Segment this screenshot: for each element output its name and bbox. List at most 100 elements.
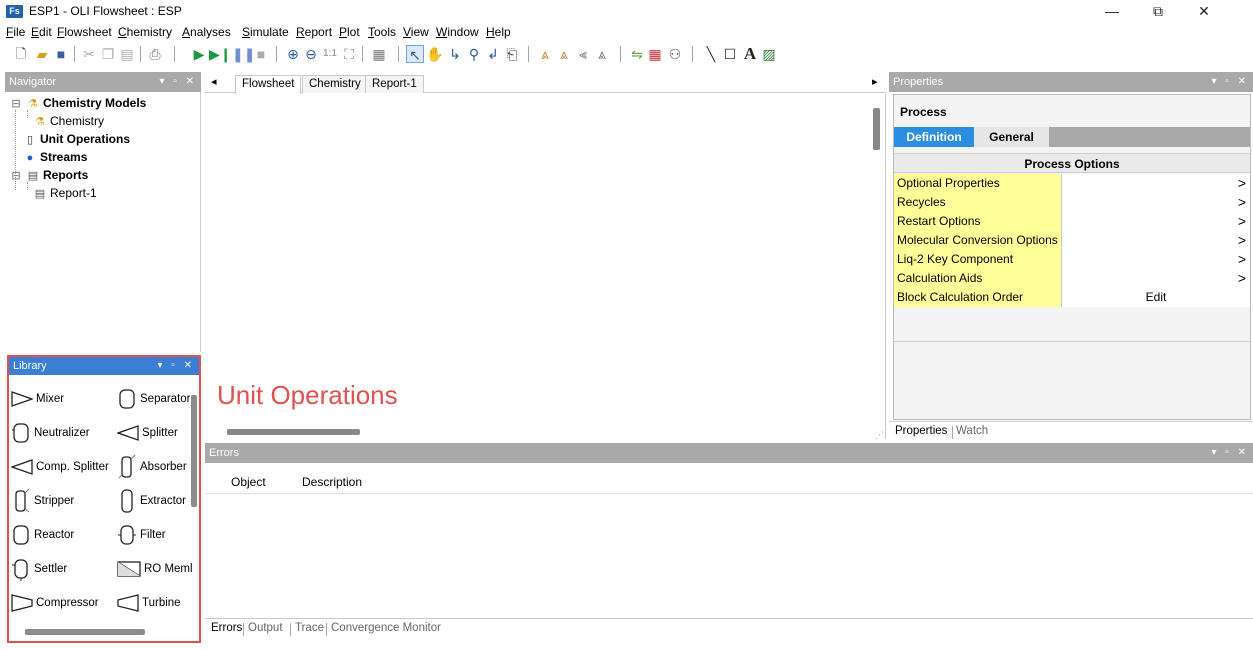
open-folder-icon[interactable]: ▰ (33, 45, 51, 63)
library-item-turbine[interactable]: Turbine (117, 589, 181, 617)
insert-image-icon[interactable]: ▨ (760, 45, 778, 63)
tab-report-1[interactable]: Report-1 (365, 75, 424, 93)
library-vertical-scrollbar[interactable] (191, 395, 197, 507)
library-item-stripper[interactable]: Stripper (11, 487, 74, 515)
canvas-vertical-scrollbar[interactable] (873, 108, 880, 150)
collapse-icon[interactable]: ⊟ (9, 95, 23, 113)
menu-file[interactable]: File (6, 25, 25, 39)
collapse-icon[interactable]: ⊟ (9, 167, 23, 185)
align-center-icon[interactable]: ⩓ (555, 45, 573, 63)
property-row-block-calculation-order[interactable]: Block Calculation Order Edit (894, 288, 1250, 307)
property-row-calculation-aids[interactable]: Calculation Aids > (894, 269, 1250, 288)
library-horizontal-scrollbar[interactable] (25, 629, 145, 635)
distribute-icon[interactable]: ⩓ (593, 45, 611, 63)
tab-output[interactable]: Output (248, 622, 283, 634)
menu-view[interactable]: View (403, 25, 429, 39)
tab-scroll-right-icon[interactable]: ▸ (872, 75, 878, 88)
tab-scroll-left-icon[interactable]: ◂ (211, 75, 217, 88)
connect-tool-icon[interactable]: ⚲ (465, 45, 483, 63)
align-right-icon[interactable]: ⫷ (574, 45, 592, 63)
tab-chemistry[interactable]: Chemistry (302, 75, 368, 93)
draw-rectangle-icon[interactable]: ☐ (721, 45, 739, 63)
column-header-description[interactable]: Description (302, 475, 362, 489)
cut-icon[interactable]: ✂ (80, 45, 98, 63)
tab-trace[interactable]: Trace (295, 622, 324, 634)
tab-watch[interactable]: Watch (956, 425, 988, 437)
menu-tools[interactable]: Tools (368, 25, 396, 39)
library-item-neutralizer[interactable]: Neutralizer (11, 419, 90, 447)
pause-icon[interactable]: ❚❚ (232, 45, 255, 63)
restore-button[interactable]: ⧉ (1135, 0, 1181, 22)
fit-icon[interactable]: ⛶ (340, 45, 358, 63)
library-item-ro-membrane[interactable]: RO Meml (117, 555, 193, 583)
property-row-optional-properties[interactable]: Optional Properties > (894, 174, 1250, 193)
label-tool-icon[interactable]: ⎗ (503, 45, 521, 63)
tab-properties[interactable]: Properties (895, 425, 947, 437)
save-icon[interactable]: ■ (52, 45, 70, 63)
library-header-controls[interactable]: ▾ ▫ ✕ (158, 357, 196, 375)
tree-item-chemistry-models[interactable]: ⊟ ⚗ Chemistry Models (9, 94, 146, 112)
property-row-molecular-conversion[interactable]: Molecular Conversion Options > (894, 231, 1250, 250)
errors-header-controls[interactable]: ▾ ▫ ✕ (1212, 443, 1250, 463)
resize-grip-icon[interactable]: ⋰ (875, 430, 884, 441)
library-item-mixer[interactable]: Mixer (11, 385, 64, 413)
library-item-splitter[interactable]: Splitter (117, 419, 178, 447)
paste-icon[interactable]: ▤ (118, 45, 136, 63)
edit-button[interactable]: Edit (1062, 288, 1250, 307)
menu-edit[interactable]: Edit (31, 25, 52, 39)
library-item-filter[interactable]: Filter (117, 521, 166, 549)
menu-window[interactable]: Window (436, 25, 479, 39)
column-header-object[interactable]: Object (231, 475, 266, 489)
chevron-right-icon[interactable]: > (1238, 250, 1246, 269)
tree-item-unit-operations[interactable]: ▯ Unit Operations (23, 130, 130, 148)
chevron-right-icon[interactable]: > (1238, 193, 1246, 212)
chevron-right-icon[interactable]: > (1238, 231, 1246, 250)
close-button[interactable]: ✕ (1181, 0, 1227, 22)
library-item-absorber[interactable]: Absorber (117, 453, 187, 481)
library-item-extractor[interactable]: Extractor (117, 487, 186, 515)
library-item-settler[interactable]: Settler (11, 555, 67, 583)
library-item-comp-splitter[interactable]: Comp. Splitter (11, 453, 109, 481)
menu-report[interactable]: Report (296, 25, 332, 39)
copy-icon[interactable]: ❐ (99, 45, 117, 63)
draw-line-icon[interactable]: ╲ (702, 45, 720, 63)
zoom-out-icon[interactable]: ⊖ (302, 45, 320, 63)
tree-item-chemistry[interactable]: ⚗ Chemistry (33, 112, 104, 130)
menu-flowsheet[interactable]: Flowsheet (57, 25, 112, 39)
stop-icon[interactable]: ■ (252, 45, 270, 63)
property-row-liq2-key-component[interactable]: Liq-2 Key Component > (894, 250, 1250, 269)
canvas-horizontal-scrollbar[interactable] (227, 429, 360, 435)
tab-errors[interactable]: Errors (211, 622, 242, 634)
calc-table-icon[interactable]: ▦ (646, 45, 664, 63)
select-pointer-icon[interactable]: ↖ (406, 45, 424, 63)
disconnect-tool-icon[interactable]: ↲ (484, 45, 502, 63)
menu-help[interactable]: Help (486, 25, 511, 39)
run-icon[interactable]: ▶ (190, 45, 208, 63)
pan-hand-icon[interactable]: ✋ (426, 45, 444, 63)
tree-item-streams[interactable]: ● Streams (23, 148, 88, 166)
tab-general[interactable]: General (974, 127, 1049, 147)
find-icon[interactable]: ⚇ (666, 45, 684, 63)
grid-icon[interactable]: ▦ (370, 45, 388, 63)
new-file-icon[interactable]: 🗋 (12, 45, 30, 63)
properties-header-controls[interactable]: ▾ ▫ ✕ (1212, 72, 1250, 92)
property-row-recycles[interactable]: Recycles > (894, 193, 1250, 212)
chevron-right-icon[interactable]: > (1238, 212, 1246, 231)
tree-item-reports[interactable]: ⊟ ▤ Reports (9, 166, 88, 184)
stream-tool-icon[interactable]: ↳ (446, 45, 464, 63)
library-item-reactor[interactable]: Reactor (11, 521, 74, 549)
menu-plot[interactable]: Plot (339, 25, 360, 39)
chevron-right-icon[interactable]: > (1238, 269, 1246, 288)
tab-flowsheet[interactable]: Flowsheet (235, 75, 302, 94)
print-icon[interactable]: ⎙ (146, 45, 164, 63)
tab-definition[interactable]: Definition (894, 127, 974, 147)
zoom-actual-icon[interactable]: 1:1 (321, 45, 339, 63)
navigator-header-controls[interactable]: ▾ ▫ ✕ (160, 72, 198, 92)
stream-properties-icon[interactable]: ⇋ (628, 45, 646, 63)
chevron-right-icon[interactable]: > (1238, 174, 1246, 193)
minimize-button[interactable]: — (1089, 0, 1135, 22)
menu-chemistry[interactable]: Chemistry (118, 25, 172, 39)
zoom-in-icon[interactable]: ⊕ (284, 45, 302, 63)
property-row-restart-options[interactable]: Restart Options > (894, 212, 1250, 231)
library-item-separator[interactable]: Separator (117, 385, 191, 413)
